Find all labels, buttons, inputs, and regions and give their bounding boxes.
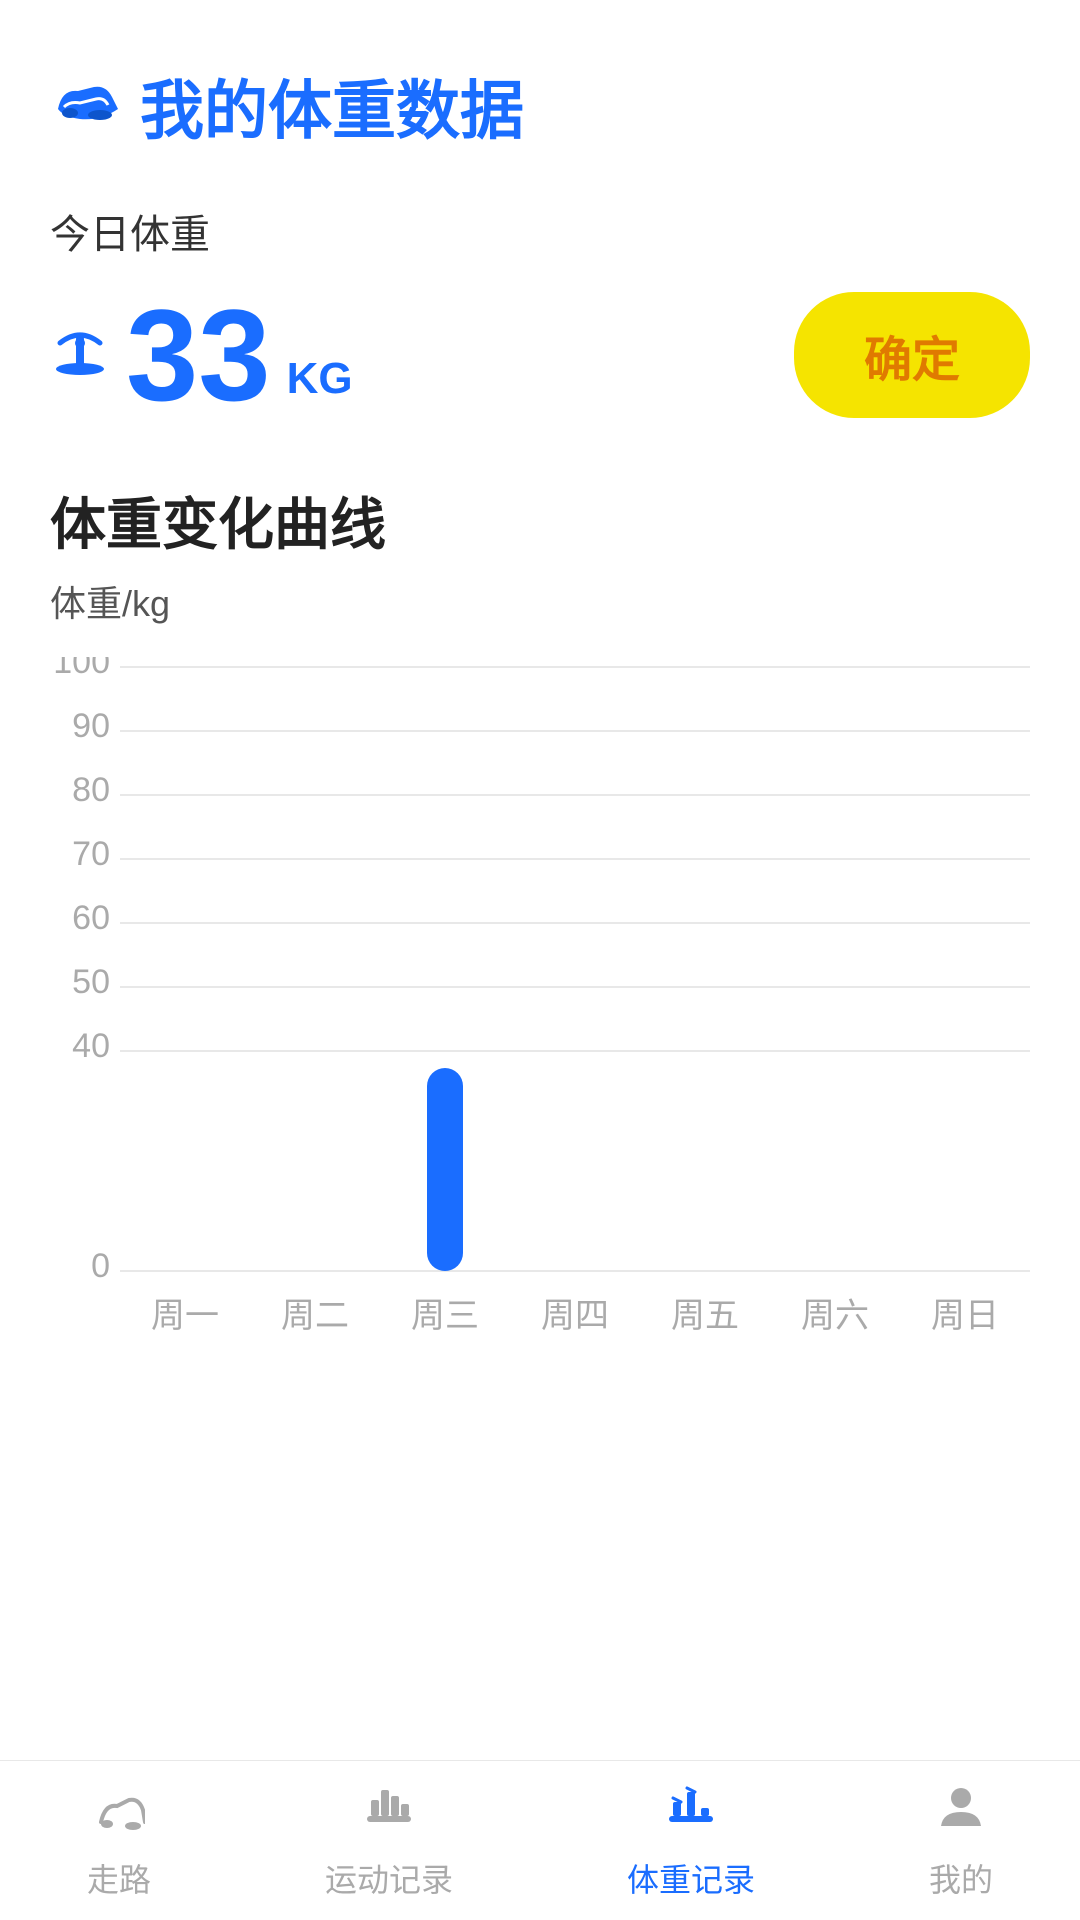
svg-text:周五: 周五: [671, 1297, 739, 1335]
svg-text:周二: 周二: [281, 1297, 349, 1335]
today-label: 今日体重: [50, 202, 1030, 260]
svg-text:100: 100: [53, 657, 110, 681]
weight-display: 33 KG: [50, 290, 353, 420]
scale-icon: [50, 319, 110, 392]
profile-icon: [935, 1780, 987, 1845]
header: 我的体重数据: [0, 0, 1080, 172]
svg-text:0: 0: [91, 1247, 110, 1285]
svg-text:90: 90: [72, 707, 110, 745]
header-icon: [50, 69, 122, 143]
nav-label-weight: 体重记录: [627, 1855, 755, 1901]
chart-section: 体重变化曲线 体重/kg 100 90 80 70 60 50: [0, 430, 1080, 1740]
svg-text:周三: 周三: [411, 1297, 479, 1335]
nav-item-weight[interactable]: 体重记录: [627, 1780, 755, 1901]
weight-value: 33: [126, 290, 271, 420]
today-weight-section: 今日体重 33 KG 确定: [0, 172, 1080, 430]
nav-label-walk: 走路: [87, 1855, 151, 1901]
chart-svg: 100 90 80 70 60 50 40 0: [50, 657, 1030, 1357]
svg-text:70: 70: [72, 835, 110, 873]
nav-item-exercise[interactable]: 运动记录: [325, 1780, 453, 1901]
app-page: 我的体重数据 今日体重 33 KG 确定 体重: [0, 0, 1080, 1920]
svg-text:周四: 周四: [541, 1297, 609, 1335]
svg-text:周日: 周日: [931, 1297, 999, 1335]
nav-item-profile[interactable]: 我的: [929, 1780, 993, 1901]
svg-text:80: 80: [72, 771, 110, 809]
svg-text:周六: 周六: [801, 1297, 869, 1335]
chart-container: 100 90 80 70 60 50 40 0: [50, 657, 1030, 1357]
svg-text:40: 40: [72, 1027, 110, 1065]
svg-text:50: 50: [72, 963, 110, 1001]
weight-unit: KG: [287, 354, 353, 404]
chart-ylabel: 体重/kg: [50, 575, 1030, 627]
svg-text:周一: 周一: [151, 1297, 219, 1335]
bottom-nav: 走路 运动记录: [0, 1760, 1080, 1920]
nav-label-exercise: 运动记录: [325, 1855, 453, 1901]
nav-label-profile: 我的: [929, 1855, 993, 1901]
walk-icon: [93, 1780, 145, 1845]
weight-icon: [665, 1780, 717, 1845]
page-title: 我的体重数据: [140, 60, 524, 152]
confirm-button[interactable]: 确定: [794, 292, 1030, 418]
bar-wed: [427, 1068, 463, 1271]
nav-item-walk[interactable]: 走路: [87, 1780, 151, 1901]
exercise-icon: [363, 1780, 415, 1845]
chart-title: 体重变化曲线: [50, 480, 1030, 561]
svg-text:60: 60: [72, 899, 110, 937]
weight-row: 33 KG 确定: [50, 290, 1030, 420]
